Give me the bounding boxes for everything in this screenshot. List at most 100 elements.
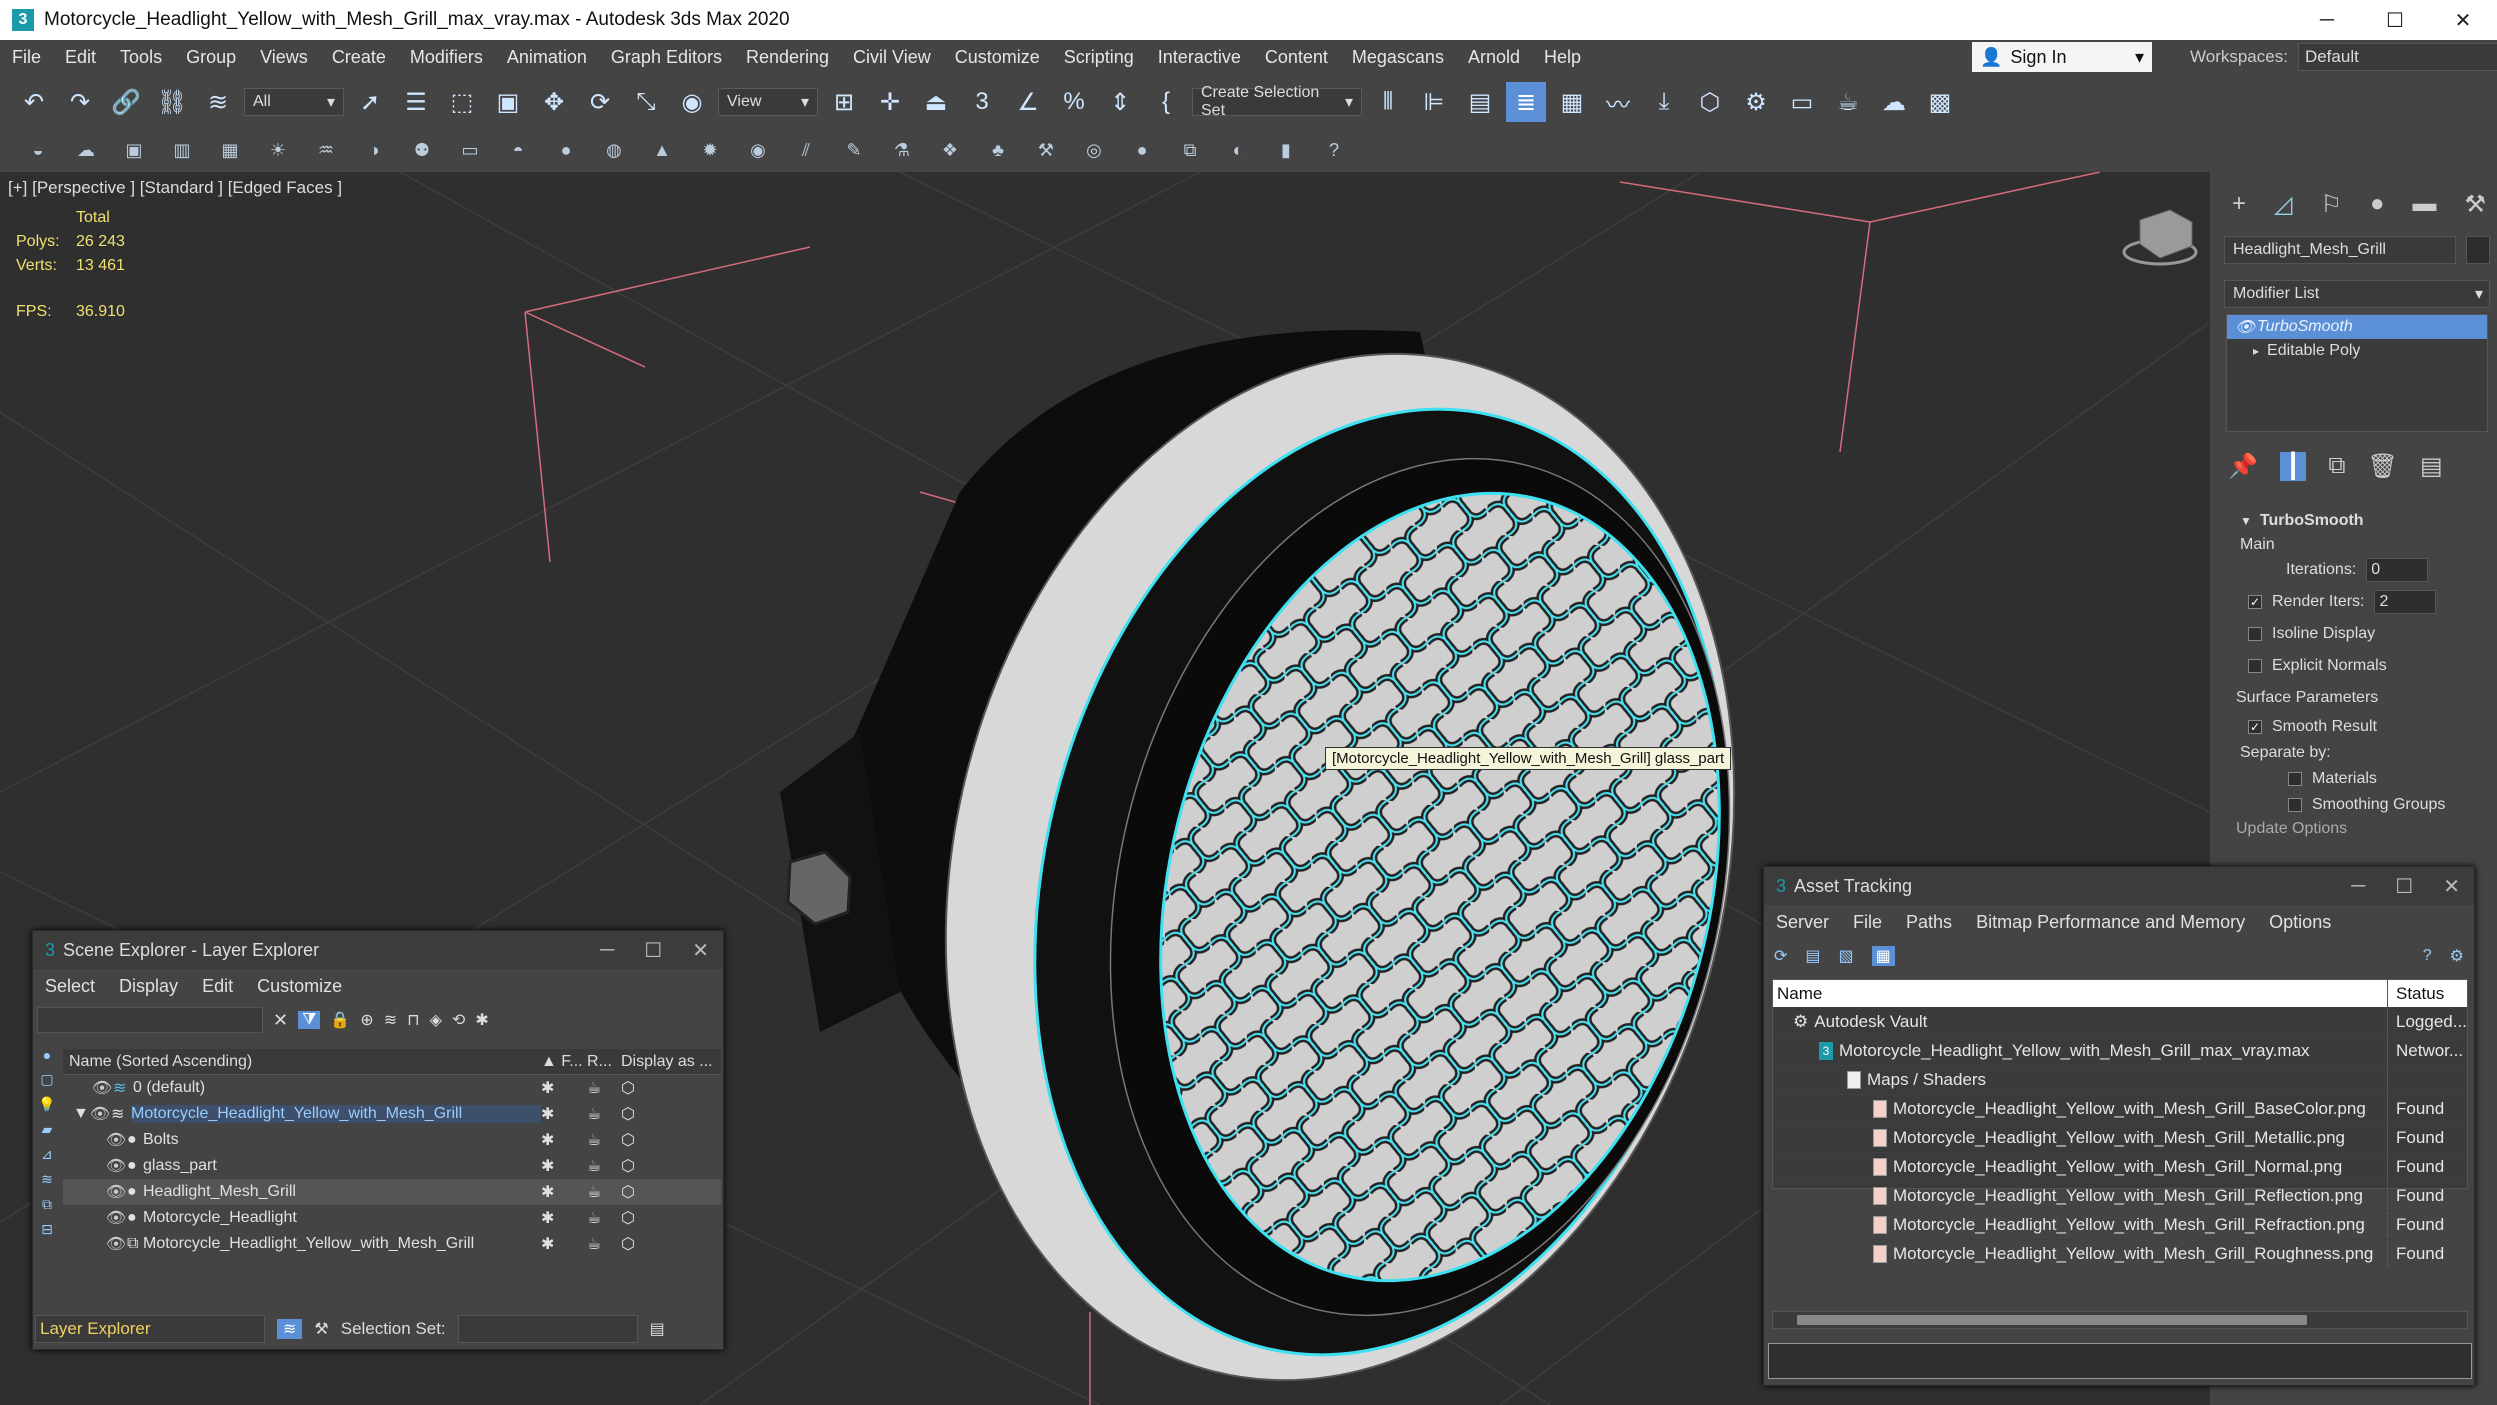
selection-filter-select[interactable]: All ▾ bbox=[244, 88, 344, 116]
shelf-icon-19[interactable]: ⚗ bbox=[888, 136, 916, 164]
freeze-icon[interactable]: ✱ bbox=[541, 1130, 587, 1150]
column-name[interactable]: Name bbox=[1773, 984, 2387, 1004]
asset-row[interactable]: ⚙ Autodesk Vault Logged... bbox=[1773, 1008, 2467, 1037]
named-selection-set-select[interactable]: Create Selection Set ▾ bbox=[1192, 84, 1362, 119]
help-icon[interactable]: ? bbox=[1320, 136, 1348, 164]
menu-modifiers[interactable]: Modifiers bbox=[398, 47, 495, 68]
column-status[interactable]: Status bbox=[2387, 980, 2467, 1007]
freeze-icon[interactable]: ✱ bbox=[541, 1078, 587, 1098]
move-icon[interactable]: ✥ bbox=[534, 82, 574, 122]
detail-view-icon[interactable]: ▧ bbox=[1839, 946, 1854, 966]
shelf-icon-18[interactable]: ✎ bbox=[840, 136, 868, 164]
column-freeze[interactable]: ▲ F... bbox=[541, 1053, 587, 1071]
rect-selection-icon[interactable]: ⬚ bbox=[442, 82, 482, 122]
render-icon[interactable]: ☕ bbox=[587, 1234, 621, 1254]
list-view-icon[interactable]: ▤ bbox=[1805, 946, 1820, 966]
remove-modifier-icon[interactable]: 🗑 bbox=[2367, 452, 2397, 481]
sphere-icon[interactable]: ● bbox=[552, 136, 580, 164]
maximize-button[interactable]: ☐ bbox=[644, 938, 662, 963]
motion-tab-icon[interactable]: ● bbox=[2370, 190, 2385, 219]
display-groups-icon[interactable]: ⧉ bbox=[42, 1196, 52, 1213]
close-button[interactable]: ✕ bbox=[2429, 0, 2497, 40]
shelf-icon-4[interactable]: ▥ bbox=[168, 136, 196, 164]
shelf-icon-13[interactable]: ◍ bbox=[600, 136, 628, 164]
render-setup-icon[interactable]: ⚙ bbox=[1736, 82, 1776, 122]
shelf-icon-3[interactable]: ▣ bbox=[120, 136, 148, 164]
freeze-icon[interactable]: ✱ bbox=[541, 1156, 587, 1176]
spinner-snap-icon[interactable]: ⇕ bbox=[1100, 82, 1140, 122]
menu-display[interactable]: Display bbox=[107, 976, 190, 997]
shelf-icon-21[interactable]: ♣ bbox=[984, 136, 1012, 164]
local-scene-icon[interactable]: ⚒ bbox=[314, 1319, 328, 1339]
pin-stack-icon[interactable]: 📌 bbox=[2228, 452, 2258, 481]
layer-explorer-toggle-icon[interactable]: ≋ bbox=[277, 1319, 303, 1339]
eye-icon[interactable]: 👁 bbox=[105, 1182, 127, 1202]
shelf-icon-22[interactable]: ⚒ bbox=[1032, 136, 1060, 164]
mirror-icon[interactable]: ⫴ bbox=[1368, 82, 1408, 122]
menu-file[interactable]: File bbox=[0, 47, 53, 68]
display-cameras-icon[interactable]: ▰ bbox=[42, 1121, 53, 1138]
layers-icon[interactable]: ≋ bbox=[384, 1010, 397, 1030]
smooth-result-checkbox[interactable]: ✓ bbox=[2248, 720, 2262, 734]
menu-animation[interactable]: Animation bbox=[495, 47, 599, 68]
column-display-as[interactable]: Display as ... bbox=[621, 1053, 721, 1071]
display-box-icon[interactable]: ⬡ bbox=[621, 1234, 721, 1254]
render-icon[interactable]: ☕ bbox=[587, 1156, 621, 1176]
menu-civil-view[interactable]: Civil View bbox=[841, 47, 943, 68]
tree-row[interactable]: 👁 ⧉ Motorcycle_Headlight_Yellow_with_Mesh… bbox=[63, 1231, 721, 1257]
render-cloud-icon[interactable]: ▩ bbox=[1920, 82, 1960, 122]
create-tab-icon[interactable]: + bbox=[2232, 190, 2246, 219]
refresh-icon[interactable]: ⟳ bbox=[1774, 946, 1787, 966]
render-icon[interactable]: ☕ bbox=[587, 1078, 621, 1098]
selection-set-edit-icon[interactable]: ▤ bbox=[650, 1319, 665, 1339]
render-iters-checkbox[interactable]: ✓ bbox=[2248, 595, 2262, 609]
asset-row[interactable]: Motorcycle_Headlight_Yellow_with_Mesh_Gr… bbox=[1773, 1153, 2467, 1182]
configure-sets-icon[interactable]: ▤ bbox=[2420, 452, 2443, 481]
search-input[interactable] bbox=[37, 1007, 263, 1033]
shelf-icon-9[interactable]: ⚉ bbox=[408, 136, 436, 164]
clear-search-icon[interactable]: ✕ bbox=[273, 1010, 288, 1031]
display-box-icon[interactable]: ⬡ bbox=[621, 1130, 721, 1150]
viewcube[interactable] bbox=[2122, 209, 2198, 266]
sun-icon[interactable]: ✹ bbox=[696, 136, 724, 164]
menu-customize[interactable]: Customize bbox=[245, 976, 354, 997]
eye-icon[interactable]: 👁 bbox=[91, 1078, 113, 1098]
add-layer-icon[interactable]: ⊕ bbox=[360, 1010, 373, 1030]
close-button[interactable]: ✕ bbox=[2443, 874, 2460, 899]
tree-row[interactable]: ▼ 👁 ≋ Motorcycle_Headlight_Yellow_with_Mes… bbox=[63, 1101, 721, 1127]
display-box-icon[interactable]: ⬡ bbox=[621, 1156, 721, 1176]
display-tab-icon[interactable]: ▬ bbox=[2413, 190, 2437, 219]
link-icon[interactable]: 🔗 bbox=[106, 82, 146, 122]
column-render[interactable]: R... bbox=[587, 1053, 621, 1071]
eye-icon[interactable]: 👁 bbox=[105, 1156, 127, 1176]
menu-customize[interactable]: Customize bbox=[943, 47, 1052, 68]
explorer-type-select[interactable]: Layer Explorer bbox=[35, 1315, 265, 1343]
place-icon[interactable]: ◉ bbox=[672, 82, 712, 122]
shelf-icon-7[interactable]: ♒ bbox=[312, 136, 340, 164]
help-icon[interactable]: ? bbox=[2423, 947, 2432, 965]
eye-icon[interactable]: 👁 bbox=[105, 1130, 127, 1150]
highlight-icon[interactable]: ⟲ bbox=[452, 1010, 465, 1030]
eye-icon[interactable]: 👁 bbox=[105, 1208, 127, 1228]
menu-bitmap-performance[interactable]: Bitmap Performance and Memory bbox=[1964, 912, 2257, 933]
dome-icon[interactable]: ◓ bbox=[504, 136, 532, 164]
toggle-ribbon-icon[interactable]: ▦ bbox=[1552, 82, 1592, 122]
display-helpers-icon[interactable]: ⊿ bbox=[41, 1146, 53, 1163]
material-editor-icon[interactable]: ⬡ bbox=[1690, 82, 1730, 122]
close-button[interactable]: ✕ bbox=[692, 938, 709, 963]
settings-icon[interactable]: ⚙ bbox=[2450, 946, 2464, 966]
isoline-display-checkbox[interactable] bbox=[2248, 627, 2262, 641]
path-field[interactable] bbox=[1768, 1343, 2472, 1379]
tree-row[interactable]: 👁 ● glass_part ✱ ☕ ⬡ bbox=[63, 1153, 721, 1179]
asset-row[interactable]: Motorcycle_Headlight_Yellow_with_Mesh_Gr… bbox=[1773, 1240, 2467, 1269]
schematic-view-icon[interactable]: ⤓ bbox=[1644, 82, 1684, 122]
minimize-button[interactable]: ─ bbox=[2293, 0, 2361, 40]
modifier-turbosmooth[interactable]: 👁 TurboSmooth bbox=[2227, 315, 2487, 339]
make-unique-icon[interactable]: ⧉ bbox=[2328, 452, 2345, 481]
modify-tab-icon[interactable]: ◿ bbox=[2274, 190, 2292, 219]
menu-group[interactable]: Group bbox=[174, 47, 248, 68]
object-color-swatch[interactable] bbox=[2466, 236, 2490, 264]
display-geometry-icon[interactable]: ▢ bbox=[40, 1071, 53, 1088]
object-name-field[interactable]: Headlight_Mesh_Grill bbox=[2224, 236, 2456, 264]
menu-paths[interactable]: Paths bbox=[1894, 912, 1964, 933]
